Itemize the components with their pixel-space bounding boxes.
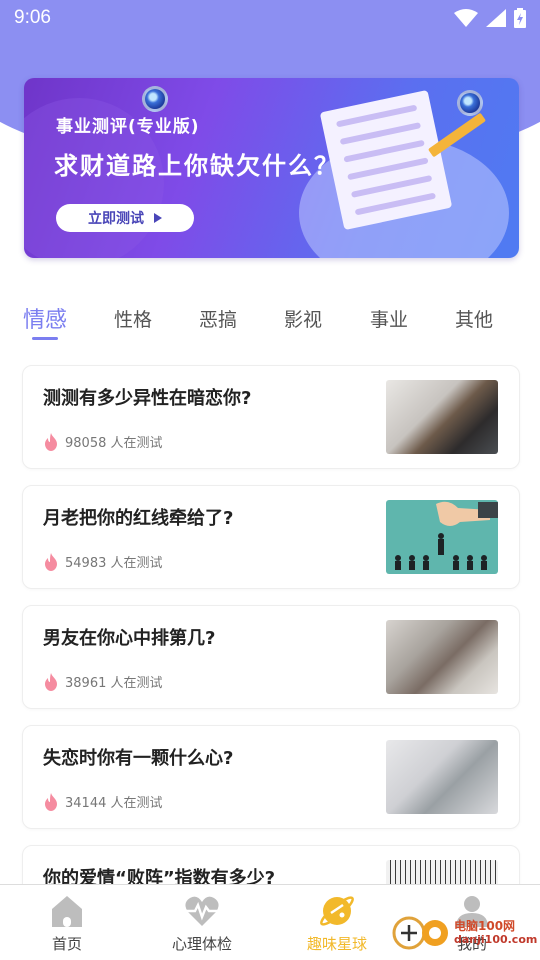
participant-count: 38961 人在测试 [65,676,163,691]
site-watermark: 电脑100网 danji100.com [392,914,537,952]
status-icons [454,8,526,28]
nav-planet-label: 趣味星球 [306,935,367,953]
card-thumbnail [386,620,498,694]
tab-personality[interactable]: 性格 [114,305,152,332]
signal-icon [486,9,506,27]
card-meta: 38961 人在测试 [43,672,163,691]
nav-checkup[interactable]: 心理体检 [147,893,257,954]
participant-count: 34144 人在测试 [65,796,163,811]
card-thumbnail [386,740,498,814]
tab-emotion[interactable]: 情感 [23,302,67,334]
card-title: 测测有多少异性在暗恋你? [43,388,252,409]
tab-indicator [32,337,58,340]
banner-title: 求财道路上你缺欠什么？ [54,152,340,180]
watermark-line1: 电脑100网 [454,919,516,933]
card-meta: 54983 人在测试 [43,552,163,571]
wifi-icon [454,9,478,27]
nav-home[interactable]: 首页 [12,893,122,954]
nav-checkup-label: 心理体检 [171,935,232,953]
card-title: 月老把你的红线牵给了? [43,508,234,529]
test-card[interactable]: 测测有多少异性在暗恋你? 98058 人在测试 [22,365,520,469]
tab-film[interactable]: 影视 [284,305,322,332]
category-tabs: 情感 性格 恶搞 影视 事业 其他 [0,305,540,345]
play-arrow-icon [154,213,162,223]
status-bar: 9:06 [0,0,540,36]
home-icon [52,896,82,927]
start-test-label: 立即测试 [88,211,144,227]
planet-icon [320,896,354,926]
test-card[interactable]: 失恋时你有一颗什么心? 34144 人在测试 [22,725,520,829]
card-title: 失恋时你有一颗什么心? [43,748,234,769]
test-card[interactable]: 月老把你的红线牵给了? 54983 人在测试 [22,485,520,589]
card-thumbnail [386,500,498,574]
card-meta: 34144 人在测试 [43,792,163,811]
nav-home-label: 首页 [51,935,82,953]
start-test-button[interactable]: 立即测试 [56,204,194,232]
heartbeat-icon [185,896,219,926]
card-meta: 98058 人在测试 [43,432,163,451]
card-thumbnail [386,380,498,454]
tab-other[interactable]: 其他 [455,305,493,332]
battery-icon [514,8,526,28]
watermark-line2: danji100.com [454,933,538,946]
watermark-logo-icon [392,916,448,950]
tab-funny[interactable]: 恶搞 [199,305,237,332]
bubble-decoration [142,86,168,112]
participant-count: 98058 人在测试 [65,436,163,451]
tab-career[interactable]: 事业 [370,305,408,332]
banner-subtitle: 事业测评(专业版) [56,117,200,137]
flame-icon [45,792,57,811]
status-time: 9:06 [14,7,51,28]
promo-banner[interactable]: 事业测评(专业版) 求财道路上你缺欠什么？ 立即测试 [24,78,519,258]
flame-icon [45,432,57,451]
flame-icon [45,672,57,691]
nav-planet[interactable]: 趣味星球 [282,893,392,954]
flame-icon [45,552,57,571]
test-card[interactable]: 男友在你心中排第几? 38961 人在测试 [22,605,520,709]
card-title: 男友在你心中排第几? [43,628,216,649]
participant-count: 54983 人在测试 [65,556,163,571]
